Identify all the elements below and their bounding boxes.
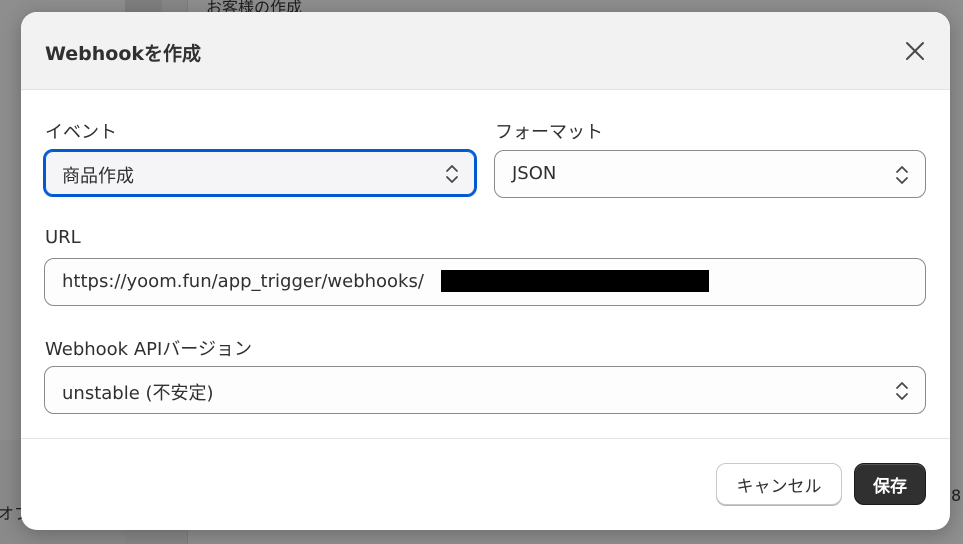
api-version-label: Webhook APIバージョン (45, 339, 252, 360)
modal-footer: キャンセル 保存 (21, 439, 950, 529)
event-select-value: 商品作成 (62, 166, 134, 187)
save-button[interactable]: 保存 (854, 463, 926, 505)
modal-title: Webhookを作成 (45, 43, 202, 65)
format-select[interactable]: JSON (494, 150, 926, 198)
chevron-up-down-icon (896, 166, 908, 184)
close-icon (906, 42, 924, 60)
event-label: イベント (45, 122, 117, 143)
background-right-text: 8 (951, 486, 962, 505)
event-select[interactable]: 商品作成 (43, 149, 477, 197)
chevron-up-down-icon (896, 382, 908, 400)
modal-header: Webhookを作成 (21, 12, 950, 90)
url-input-value: https://yoom.fun/app_trigger/webhooks/ (62, 271, 424, 292)
url-label: URL (45, 227, 81, 248)
create-webhook-modal: Webhookを作成 イベント 商品作成 フォーマット JSON URL htt… (21, 12, 950, 530)
chevron-up-down-icon (446, 165, 458, 183)
redacted-block (441, 270, 709, 292)
modal-body: イベント 商品作成 フォーマット JSON URL https://yoom.f… (21, 90, 950, 439)
api-version-select[interactable]: unstable (不安定) (44, 366, 926, 414)
close-button[interactable] (902, 38, 928, 64)
format-select-value: JSON (512, 163, 557, 184)
format-label: フォーマット (495, 122, 603, 143)
cancel-button[interactable]: キャンセル (716, 463, 842, 505)
url-input[interactable]: https://yoom.fun/app_trigger/webhooks/ (44, 258, 926, 306)
api-version-select-value: unstable (不安定) (62, 383, 214, 404)
